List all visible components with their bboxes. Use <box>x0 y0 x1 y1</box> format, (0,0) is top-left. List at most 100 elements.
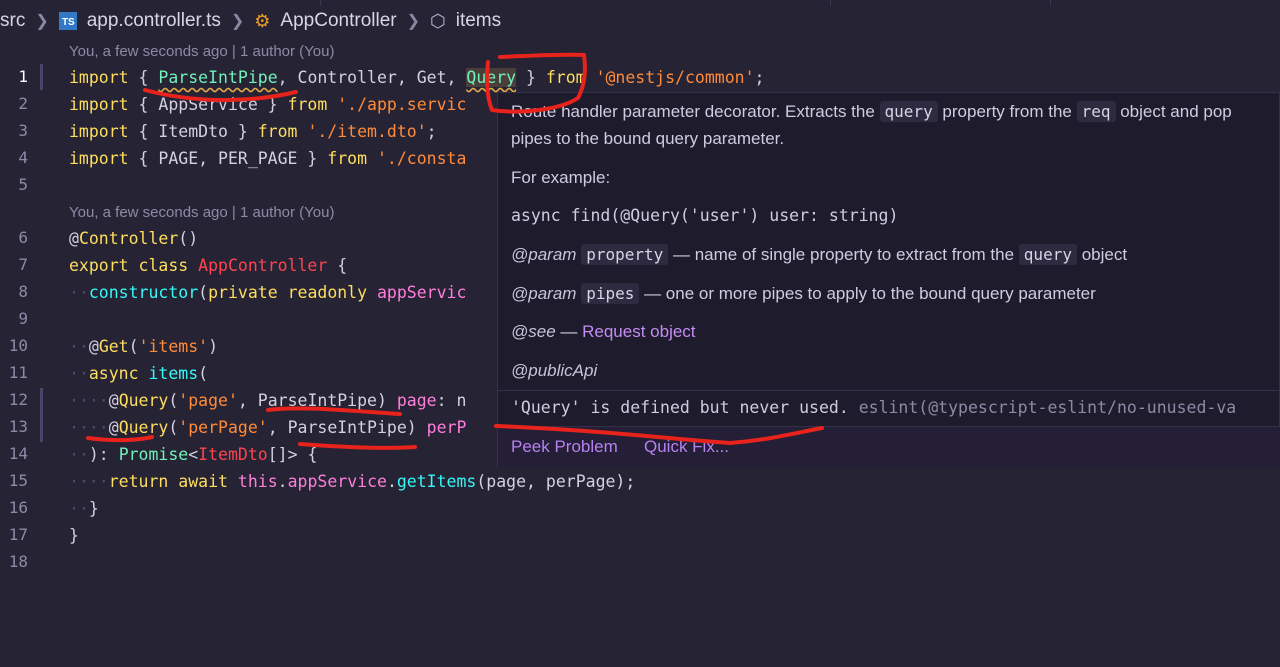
hover-see: @see — Request object <box>511 322 696 341</box>
code-token: readonly <box>287 283 368 302</box>
code-token: 'items' <box>138 337 209 356</box>
code-token: getItems <box>396 472 477 491</box>
line-number: 2 <box>18 94 28 113</box>
problem-section: 'Query' is defined but never used. eslin… <box>498 390 1280 426</box>
code-line-11[interactable]: ··async items( <box>69 360 208 387</box>
hover-tooltip: Route handler parameter decorator. Extra… <box>497 92 1280 468</box>
chevron-right-icon: ❯ <box>230 13 245 30</box>
code-line-2[interactable]: import { AppService } from './app.servic <box>69 91 466 118</box>
code-token: page <box>396 391 437 410</box>
git-blame-codelens[interactable]: You, a few seconds ago | 1 author (You) <box>69 43 334 60</box>
class-symbol-icon: ⚙ <box>254 10 271 31</box>
code-token: @ <box>108 418 119 437</box>
code-line-7[interactable]: export class AppController { <box>69 252 347 279</box>
code-token: < <box>188 445 199 464</box>
code-token: @ <box>88 337 99 356</box>
tab-divider <box>1050 0 1051 6</box>
code-token: @ <box>108 391 119 410</box>
code-token: constructor <box>88 283 199 302</box>
code-line-12[interactable]: ····@Query('page', ParseIntPipe) page: n <box>69 387 466 414</box>
code-line-13[interactable]: ····@Query('perPage', ParseIntPipe) perP <box>69 414 466 441</box>
hover-example-code: async find(@Query('user') user: string) <box>511 206 899 225</box>
code-token: ; <box>426 122 437 141</box>
code-token: class <box>138 256 189 275</box>
code-token: ) <box>208 337 219 356</box>
code-token: from <box>327 149 368 168</box>
code-token: perP <box>426 418 467 437</box>
code-token: , <box>237 391 258 410</box>
code-token: { AppService } <box>128 95 288 114</box>
code-token: ParseIntPipe <box>158 68 278 87</box>
code-token: ParseIntPipe <box>257 391 377 410</box>
hover-description: Route handler parameter decorator. Extra… <box>511 101 1232 122</box>
code-token: import <box>69 95 129 114</box>
code-line-14[interactable]: ··): Promise<ItemDto[]> { <box>69 441 317 468</box>
code-token: ( <box>198 364 209 383</box>
line-number: 4 <box>18 148 28 167</box>
code-line-8[interactable]: ··constructor(private readonly appServic <box>69 279 466 306</box>
code-line-15[interactable]: ····return await this.appService.getItem… <box>69 468 635 495</box>
line-number: 1 <box>18 67 28 86</box>
code-token: @ <box>69 229 79 248</box>
request-object-link[interactable]: Request object <box>582 322 695 341</box>
breadcrumb-class[interactable]: AppController <box>280 10 396 32</box>
code-line-16[interactable]: ··} <box>69 495 99 522</box>
git-blame-codelens[interactable]: You, a few seconds ago | 1 author (You) <box>69 204 334 221</box>
hover-actions: Peek Problem Quick Fix... <box>498 426 1280 468</box>
code-token: : n <box>436 391 467 410</box>
code-token: ( <box>198 283 209 302</box>
code-token: . <box>277 472 288 491</box>
breadcrumb-file[interactable]: app.controller.ts <box>87 10 221 32</box>
code-token: } <box>69 526 79 545</box>
typescript-file-icon: TS <box>58 12 77 30</box>
code-token: from <box>545 68 586 87</box>
hover-param-pipes: @param pipes — one or more pipes to appl… <box>511 283 1096 304</box>
code-line-4[interactable]: import { PAGE, PER_PAGE } from './consta <box>69 145 466 172</box>
code-token: { <box>327 256 348 275</box>
breadcrumb-src[interactable]: src <box>0 10 25 32</box>
code-line-17[interactable]: } <box>69 522 79 549</box>
line-number: 18 <box>8 552 28 571</box>
code-token: './consta <box>376 149 467 168</box>
code-token: ( <box>168 418 179 437</box>
code-token: import <box>69 122 129 141</box>
breadcrumb-member[interactable]: items <box>456 10 501 32</box>
git-change-marker <box>40 64 43 90</box>
code-line-6[interactable]: @Controller() <box>69 225 198 252</box>
code-token: (page, perPage); <box>476 472 636 491</box>
code-token: import <box>69 68 129 87</box>
code-token: , Controller, Get, <box>277 68 467 87</box>
code-token: Query <box>118 418 169 437</box>
code-token: ): <box>88 445 119 464</box>
code-line-1[interactable]: import { ParseIntPipe, Controller, Get, … <box>69 64 764 91</box>
code-token: appServic <box>377 283 467 302</box>
code-token: return <box>108 472 169 491</box>
code-line-10[interactable]: ··@Get('items') <box>69 333 218 360</box>
line-number: 10 <box>8 336 28 355</box>
code-token: , <box>267 418 288 437</box>
line-number: 13 <box>8 417 28 436</box>
peek-problem-button[interactable]: Peek Problem <box>511 437 618 457</box>
code-line-3[interactable]: import { ItemDto } from './item.dto'; <box>69 118 437 145</box>
code-token: Get <box>98 337 129 356</box>
code-token: items <box>148 364 199 383</box>
code-token: 'perPage' <box>178 418 268 437</box>
line-number: 16 <box>8 498 28 517</box>
quick-fix-button[interactable]: Quick Fix... <box>644 437 729 457</box>
code-token: './item.dto' <box>307 122 427 141</box>
code-token: '@nestjs/common' <box>595 68 755 87</box>
code-token: Promise <box>118 445 189 464</box>
code-token: private <box>208 283 278 302</box>
line-number: 7 <box>18 255 28 274</box>
hover-example-label: For example: <box>511 168 611 187</box>
problem-message: 'Query' is defined but never used. eslin… <box>511 398 1237 417</box>
line-number: 6 <box>18 228 28 247</box>
hover-public-api: @publicApi <box>511 361 598 380</box>
code-token: ( <box>128 337 139 356</box>
code-token: from <box>287 95 328 114</box>
code-token: ) <box>406 418 427 437</box>
code-token: from <box>257 122 298 141</box>
code-token: Query <box>118 391 169 410</box>
method-symbol-icon: ⬡ <box>430 10 446 31</box>
code-token: []> { <box>267 445 318 464</box>
